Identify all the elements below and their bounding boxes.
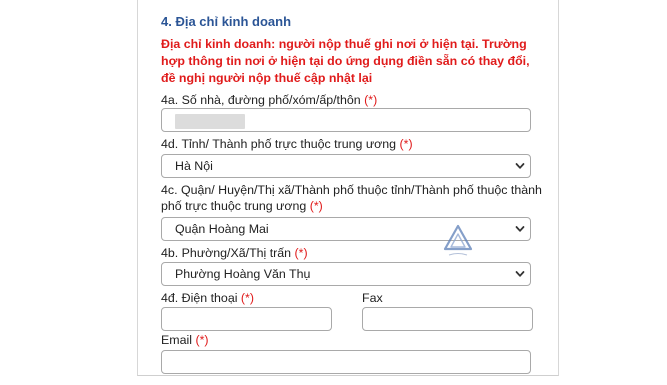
province-select[interactable]: Hà Nội [161,154,531,178]
phone-required-mark: (*) [240,291,254,305]
province-label-text: 4d. Tỉnh/ Thành phố trực thuộc trung ươn… [161,137,397,151]
triangle-logo-icon [443,224,473,256]
email-input[interactable] [161,350,531,374]
phone-input[interactable] [161,307,332,331]
house-label-text: 4a. Số nhà, đường phố/xóm/ấp/thôn [161,93,361,107]
email-label: Email (*) [161,332,209,348]
house-masked-value [175,114,245,129]
house-required-mark: (*) [364,93,378,107]
notice-text: Địa chỉ kinh doanh: người nộp thuế ghi n… [161,37,530,85]
ward-required-mark: (*) [294,246,308,260]
chevron-down-icon [515,271,525,277]
chevron-down-icon [515,226,525,232]
phone-label-text: 4đ. Điện thoại [161,291,238,305]
chevron-down-icon [515,163,525,169]
district-selected-value: Quận Hoàng Mai [175,222,269,236]
district-label: 4c. Quận/ Huyện/Thị xã/Thành phố thuộc t… [161,182,546,214]
section-title: 4. Địa chỉ kinh doanh [161,14,292,29]
province-label: 4d. Tỉnh/ Thành phố trực thuộc trung ươn… [161,136,413,152]
district-label-text: 4c. Quận/ Huyện/Thị xã/Thành phố thuộc t… [161,183,542,213]
province-selected-value: Hà Nội [175,159,213,173]
fax-input[interactable] [362,307,533,331]
province-required-mark: (*) [399,137,413,151]
email-required-mark: (*) [195,333,209,347]
fax-label: Fax [362,291,383,305]
district-required-mark: (*) [309,199,323,213]
ward-label-text: 4b. Phường/Xã/Thị trấn [161,246,292,260]
business-address-panel: 4. Địa chỉ kinh doanh Địa chỉ kinh doanh… [137,0,559,376]
house-label: 4a. Số nhà, đường phố/xóm/ấp/thôn (*) [161,92,377,108]
ward-select[interactable]: Phường Hoàng Văn Thụ [161,262,531,286]
ward-label: 4b. Phường/Xã/Thị trấn (*) [161,245,308,261]
phone-label: 4đ. Điện thoại (*) [161,290,254,306]
ward-selected-value: Phường Hoàng Văn Thụ [175,267,311,281]
email-label-text: Email [161,333,192,347]
